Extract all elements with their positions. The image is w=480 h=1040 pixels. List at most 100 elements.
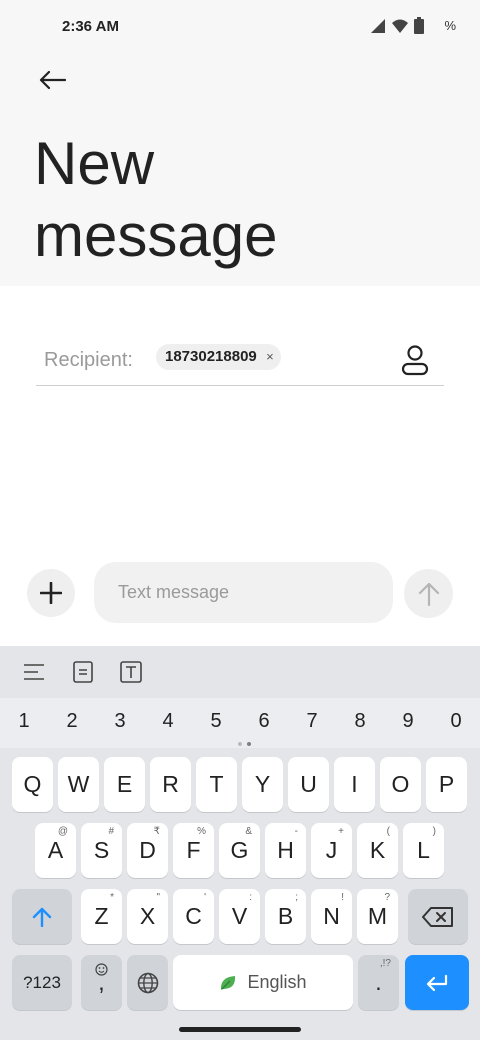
key-u[interactable]: U	[288, 757, 329, 812]
text-format-icon[interactable]	[22, 660, 46, 684]
home-indicator	[179, 1027, 301, 1032]
key-i[interactable]: I	[334, 757, 375, 812]
symbols-key[interactable]: ?123	[12, 955, 72, 1010]
key-w[interactable]: W	[58, 757, 99, 812]
key-t[interactable]: T	[196, 757, 237, 812]
key-f-label: F	[186, 837, 201, 863]
key-j[interactable]: J +	[311, 823, 352, 878]
number-key[interactable]: 5	[201, 710, 231, 733]
number-key[interactable]: 2	[57, 710, 87, 733]
key-f[interactable]: F%	[173, 823, 214, 878]
number-key[interactable]: 6	[249, 710, 279, 733]
plus-icon	[40, 582, 62, 604]
key-t-label: T	[209, 771, 224, 797]
chip-remove-icon[interactable]: ×	[266, 344, 274, 370]
contact-picker-icon[interactable]	[398, 344, 432, 376]
key-e[interactable]: E	[104, 757, 145, 812]
key-l-hint: )	[432, 826, 436, 837]
key-p[interactable]: P	[426, 757, 467, 812]
key-b-hint: ;	[295, 892, 298, 903]
text-message-input[interactable]: Text message	[94, 562, 393, 623]
page-dots	[238, 742, 254, 748]
recipient-chip[interactable]: 18730218809 ×	[156, 344, 281, 370]
key-k[interactable]: K(	[357, 823, 398, 878]
enter-arrow-icon	[426, 974, 448, 991]
period-key[interactable]: .,!?	[358, 955, 399, 1010]
status-bar: 2:36 AM %	[0, 0, 480, 56]
key-n-hint: !	[341, 892, 344, 903]
key-z-label: Z	[94, 903, 109, 929]
key-r-label: R	[162, 771, 179, 797]
text-edit-icon[interactable]	[119, 660, 143, 684]
key-h[interactable]: H-	[265, 823, 306, 878]
key-m-hint: ?	[384, 892, 390, 903]
key-u-label: U	[300, 771, 317, 797]
key-v-hint: :	[249, 892, 252, 903]
key-b[interactable]: B;	[265, 889, 306, 944]
clipboard-icon[interactable]	[71, 660, 95, 684]
enter-key[interactable]	[405, 955, 469, 1010]
key-g[interactable]: G &	[219, 823, 260, 878]
key-c-hint: '	[204, 892, 206, 903]
status-time: 2:36 AM	[62, 18, 119, 35]
key-x[interactable]: X "	[127, 889, 168, 944]
backspace-key[interactable]	[408, 889, 468, 944]
key-a-hint: @	[57, 826, 68, 837]
comma-emoji-key[interactable]: ,	[81, 955, 122, 1010]
number-key[interactable]: 9	[393, 710, 423, 733]
key-m-label: M	[367, 903, 388, 929]
key-l[interactable]: L)	[403, 823, 444, 878]
key-s-hint: #	[108, 826, 114, 837]
recipient-label: Recipient:	[44, 349, 133, 371]
key-o[interactable]: O	[380, 757, 421, 812]
shift-arrow-icon	[32, 907, 52, 927]
space-key-label: English	[247, 972, 307, 992]
attach-button[interactable]	[27, 569, 75, 617]
back-arrow-icon	[39, 70, 66, 90]
number-key[interactable]: 3	[105, 710, 135, 733]
key-n[interactable]: N!	[311, 889, 352, 944]
key-e-label: E	[116, 771, 133, 797]
key-h-label: H	[277, 837, 294, 863]
key-r[interactable]: R	[150, 757, 191, 812]
key-q-label: Q	[23, 771, 42, 797]
page-title: New message	[34, 128, 277, 272]
text-message-placeholder: Text message	[118, 582, 230, 602]
number-key[interactable]: 1	[9, 710, 39, 733]
key-j-hint: +	[338, 826, 344, 837]
key-z[interactable]: Z *	[81, 889, 122, 944]
key-f-hint: %	[197, 826, 206, 837]
key-v-label: V	[231, 903, 248, 929]
number-key[interactable]: 7	[297, 710, 327, 733]
back-button[interactable]	[34, 64, 70, 96]
space-key-content: English	[219, 972, 307, 993]
recipient-field[interactable]: Recipient: 18730218809 ×	[36, 336, 444, 386]
key-j-label: J	[325, 837, 338, 863]
number-key[interactable]: 4	[153, 710, 183, 733]
period-key-label: .	[375, 969, 382, 995]
key-c[interactable]: C '	[173, 889, 214, 944]
shift-key[interactable]	[12, 889, 72, 944]
language-key[interactable]	[127, 955, 168, 1010]
number-key[interactable]: 8	[345, 710, 375, 733]
cell-signal-icon	[371, 18, 386, 33]
battery-icon	[414, 17, 425, 34]
key-i-label: I	[351, 771, 358, 797]
key-s-label: S	[93, 837, 110, 863]
key-d[interactable]: D ₹	[127, 823, 168, 878]
backspace-icon	[422, 906, 453, 927]
send-button[interactable]	[404, 569, 453, 618]
key-d-label: D	[139, 837, 156, 863]
status-icons: %	[370, 17, 456, 34]
key-d-hint: ₹	[153, 826, 160, 837]
globe-icon	[137, 972, 158, 993]
key-q[interactable]: Q	[12, 757, 53, 812]
key-y[interactable]: Y	[242, 757, 283, 812]
key-w-label: W	[67, 771, 90, 797]
key-v[interactable]: V:	[219, 889, 260, 944]
number-key[interactable]: 0	[441, 710, 471, 733]
key-s[interactable]: S #	[81, 823, 122, 878]
space-key[interactable]: English	[173, 955, 353, 1010]
key-m[interactable]: M?	[357, 889, 398, 944]
key-a[interactable]: A @	[35, 823, 76, 878]
